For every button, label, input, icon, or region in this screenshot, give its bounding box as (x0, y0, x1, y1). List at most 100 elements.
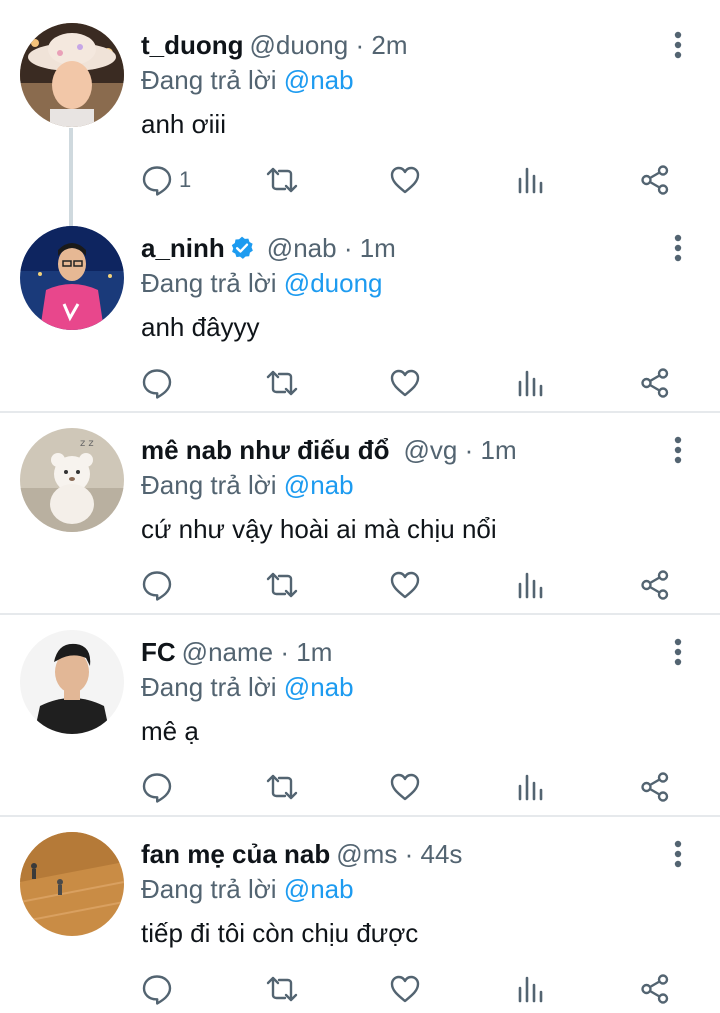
more-icon[interactable] (664, 30, 692, 60)
replying-to-label: Đang trả lời (141, 268, 277, 298)
user-handle[interactable]: @ms (336, 839, 397, 869)
user-handle[interactable]: @vg (404, 435, 458, 465)
user-handle[interactable]: @name (182, 637, 273, 667)
reply-button[interactable] (141, 767, 173, 807)
share-icon (639, 569, 671, 601)
retweet-button[interactable] (264, 565, 300, 605)
views-icon (516, 164, 546, 196)
like-button[interactable] (389, 969, 421, 1009)
views-button[interactable] (516, 767, 546, 807)
display-name[interactable]: fan mẹ của nab (141, 839, 330, 869)
views-icon (516, 367, 546, 399)
share-icon (639, 771, 671, 803)
more-icon[interactable] (664, 637, 692, 667)
separator-dot: · (343, 233, 353, 263)
reply-button[interactable] (141, 565, 173, 605)
avatar[interactable]: z z (20, 428, 124, 532)
replying-to-label: Đang trả lời (141, 874, 277, 904)
share-button[interactable] (639, 160, 671, 200)
replying-to: Đang trả lời @nab (141, 469, 354, 501)
like-button[interactable] (389, 565, 421, 605)
tweet-actions (0, 363, 720, 403)
more-icon[interactable] (664, 435, 692, 465)
avatar[interactable] (20, 832, 124, 936)
timestamp[interactable]: 2m (371, 30, 407, 60)
retweet-button[interactable] (264, 160, 300, 200)
avatar[interactable] (20, 630, 124, 734)
tweet[interactable]: z z mê nab như điếu đổ @vg · 1m Đang trả … (0, 405, 720, 613)
like-icon (389, 569, 421, 601)
reply-icon (141, 771, 173, 803)
views-button[interactable] (516, 565, 546, 605)
share-button[interactable] (639, 363, 671, 403)
tweet[interactable]: fan mẹ của nab @ms · 44s Đang trả lời @na… (0, 809, 720, 1013)
like-button[interactable] (389, 767, 421, 807)
views-button[interactable] (516, 969, 546, 1009)
like-icon (389, 367, 421, 399)
share-button[interactable] (639, 767, 671, 807)
retweet-button[interactable] (264, 363, 300, 403)
display-name[interactable]: mê nab như điếu đổ (141, 435, 390, 465)
like-icon (389, 771, 421, 803)
views-icon (516, 569, 546, 601)
tweet[interactable]: FC @name · 1m Đang trả lời @nab mê ạ (0, 607, 720, 815)
tweet-header: t_duong @duong · 2m (141, 28, 408, 62)
reply-button[interactable] (141, 363, 173, 403)
display-name[interactable]: FC (141, 637, 176, 667)
retweet-icon (264, 164, 300, 196)
svg-text:z z: z z (80, 438, 94, 449)
separator-dot: · (355, 30, 365, 60)
replying-to-label: Đang trả lời (141, 470, 277, 500)
reply-button[interactable] (141, 969, 173, 1009)
replying-to: Đang trả lời @nab (141, 873, 354, 905)
timestamp[interactable]: 44s (420, 839, 462, 869)
separator-dot: · (280, 637, 290, 667)
replying-to: Đang trả lời @duong (141, 267, 383, 299)
share-icon (639, 367, 671, 399)
share-icon (639, 973, 671, 1005)
avatar[interactable] (20, 23, 124, 127)
reply-icon (141, 164, 173, 196)
tweet[interactable]: a_ninh @nab · 1m Đang trả lời @duong anh … (0, 203, 720, 411)
separator-dot: · (404, 839, 414, 869)
user-handle[interactable]: @nab (267, 233, 337, 263)
views-icon (516, 771, 546, 803)
more-icon[interactable] (664, 233, 692, 263)
share-button[interactable] (639, 565, 671, 605)
tweet-header: a_ninh @nab · 1m (141, 231, 396, 265)
display-name[interactable]: t_duong (141, 30, 244, 60)
tweet-header: fan mẹ của nab @ms · 44s (141, 837, 462, 871)
tweet-actions: 1 (0, 160, 720, 200)
reply-button[interactable]: 1 (141, 160, 191, 200)
display-name[interactable]: a_ninh (141, 233, 225, 263)
timestamp[interactable]: 1m (481, 435, 517, 465)
reply-mention-link[interactable]: @duong (284, 268, 383, 298)
replying-to-label: Đang trả lời (141, 65, 277, 95)
views-button[interactable] (516, 363, 546, 403)
like-icon (389, 973, 421, 1005)
tweet-actions (0, 565, 720, 605)
retweet-button[interactable] (264, 969, 300, 1009)
reply-count: 1 (179, 167, 192, 192)
reply-icon (141, 973, 173, 1005)
views-button[interactable] (516, 160, 546, 200)
like-button[interactable] (389, 160, 421, 200)
more-icon[interactable] (664, 839, 692, 869)
reply-mention-link[interactable]: @nab (284, 470, 354, 500)
tweet-text: mê ạ (141, 716, 199, 746)
user-handle[interactable]: @duong (250, 30, 349, 60)
timestamp[interactable]: 1m (296, 637, 332, 667)
share-button[interactable] (639, 969, 671, 1009)
like-button[interactable] (389, 363, 421, 403)
replying-to-label: Đang trả lời (141, 672, 277, 702)
avatar[interactable] (20, 226, 124, 330)
timestamp[interactable]: 1m (360, 233, 396, 263)
reply-mention-link[interactable]: @nab (284, 874, 354, 904)
tweet[interactable]: t_duong @duong · 2m Đang trả lời @nab anh… (0, 0, 720, 210)
retweet-button[interactable] (264, 767, 300, 807)
reply-mention-link[interactable]: @nab (284, 672, 354, 702)
replying-to: Đang trả lời @nab (141, 671, 354, 703)
reply-mention-link[interactable]: @nab (284, 65, 354, 95)
verified-icon (229, 235, 255, 269)
tweet-header: mê nab như điếu đổ @vg · 1m (141, 433, 517, 467)
